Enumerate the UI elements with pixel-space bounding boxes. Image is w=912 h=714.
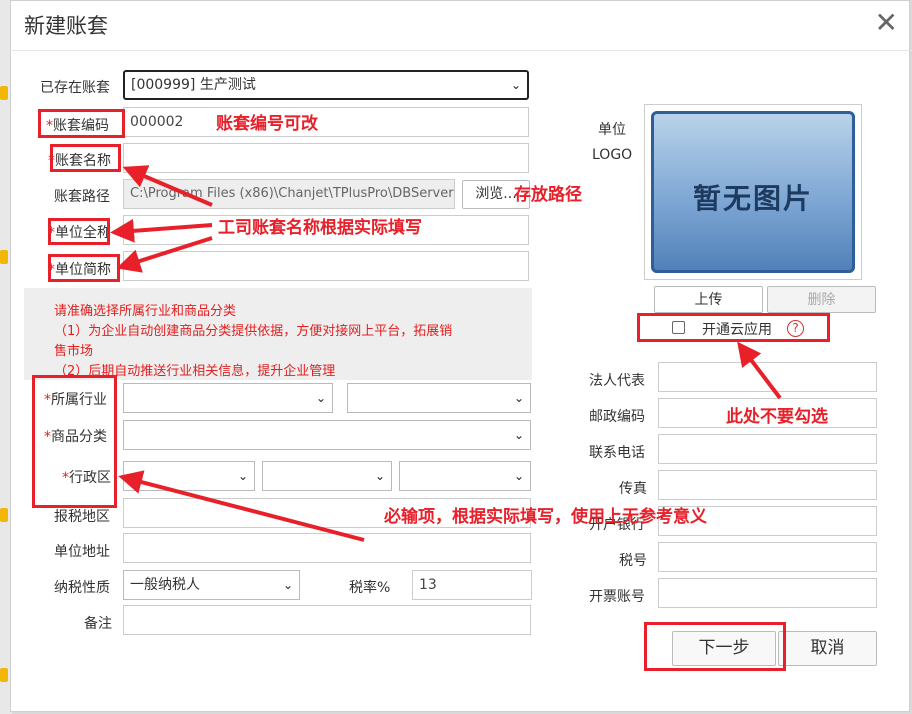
dialog-title: 新建账套	[24, 14, 108, 38]
short-name-input[interactable]	[123, 251, 529, 281]
logo-label-line1: 单位	[598, 122, 626, 138]
title-divider	[10, 50, 912, 51]
phone-input[interactable]	[658, 434, 877, 464]
account-path-label: 账套路径	[54, 189, 110, 205]
chevron-down-icon: ⌄	[282, 578, 293, 592]
chevron-down-icon: ⌄	[513, 428, 524, 442]
upload-button[interactable]: 上传	[654, 286, 763, 313]
delete-button[interactable]: 删除	[767, 286, 876, 313]
phone-label: 联系电话	[589, 445, 645, 461]
legal-rep-input[interactable]	[658, 362, 877, 392]
no-image-text: 暂无图片	[692, 182, 813, 215]
notice-line: 请准确选择所属行业和商品分类	[54, 304, 237, 319]
annotation-code-editable: 账套编号可改	[216, 114, 318, 134]
tax-number-input[interactable]	[658, 542, 877, 572]
logo-image: 暂无图片	[644, 104, 862, 280]
fax-input[interactable]	[658, 470, 877, 500]
account-name-input[interactable]	[123, 143, 529, 173]
postal-code-label: 邮政编码	[589, 409, 645, 425]
tax-rate-label: 税率%	[349, 580, 391, 596]
highlight-required-fields	[32, 375, 117, 508]
chevron-down-icon: ⌄	[513, 391, 524, 405]
highlight-short-name	[48, 254, 120, 282]
account-code-input[interactable]: 000002	[123, 107, 529, 137]
invoice-account-label: 开票账号	[589, 589, 645, 605]
address-input[interactable]	[123, 533, 531, 563]
tax-rate-input[interactable]: 13	[412, 570, 532, 600]
category-select[interactable]: ⌄	[123, 420, 531, 450]
chevron-down-icon: ⌄	[237, 469, 248, 483]
existing-account-select[interactable]: [000999] 生产测试 ⌄	[123, 70, 529, 100]
chevron-down-icon: ⌄	[315, 391, 326, 405]
notice-line: 售市场	[54, 344, 94, 359]
region-city-select[interactable]: ⌄	[262, 461, 392, 491]
tax-region-label: 报税地区	[54, 509, 110, 525]
invoice-account-input[interactable]	[658, 578, 877, 608]
highlight-next-button	[644, 622, 786, 671]
annotation-required-note: 必输项，根据实际填写，使用上无参考意义	[384, 507, 707, 527]
annotation-save-path: 存放路径	[514, 185, 582, 205]
no-image-placeholder: 暂无图片	[651, 111, 855, 273]
chevron-down-icon: ⌄	[513, 469, 524, 483]
logo-label-line2: LOGO	[592, 147, 633, 163]
annotation-no-check: 此处不要勾选	[726, 407, 828, 427]
close-icon[interactable]: ✕	[875, 8, 898, 38]
remark-label: 备注	[84, 616, 112, 632]
cancel-button[interactable]: 取消	[778, 631, 877, 666]
legal-rep-label: 法人代表	[589, 373, 645, 389]
highlight-full-name	[48, 218, 110, 245]
tax-number-label: 税号	[619, 553, 647, 569]
industry-select-2[interactable]: ⌄	[347, 383, 531, 413]
tax-type-label: 纳税性质	[54, 580, 110, 596]
notice-line: （1）为企业自动创建商品分类提供依据，方便对接网上平台，拓展销	[54, 324, 453, 339]
address-label: 单位地址	[54, 544, 110, 560]
chevron-down-icon: ⌄	[510, 78, 521, 92]
annotation-name-note: 工司账套名称根据实际填写	[218, 218, 422, 238]
region-province-select[interactable]: ⌄	[123, 461, 255, 491]
highlight-account-code	[38, 109, 125, 138]
account-path-input[interactable]: C:\Program Files (x86)\Chanjet\TPlusPro\…	[123, 179, 455, 209]
remark-input[interactable]	[123, 605, 531, 635]
existing-account-label: 已存在账套	[40, 80, 110, 96]
industry-select-1[interactable]: ⌄	[123, 383, 333, 413]
highlight-account-name	[50, 144, 121, 172]
chevron-down-icon: ⌄	[374, 469, 385, 483]
highlight-cloud-checkbox	[637, 313, 830, 342]
fax-label: 传真	[619, 481, 647, 497]
industry-notice: 请准确选择所属行业和商品分类 （1）为企业自动创建商品分类提供依据，方便对接网上…	[24, 288, 532, 380]
region-district-select[interactable]: ⌄	[399, 461, 531, 491]
tax-type-select[interactable]: 一般纳税人 ⌄	[123, 570, 300, 600]
